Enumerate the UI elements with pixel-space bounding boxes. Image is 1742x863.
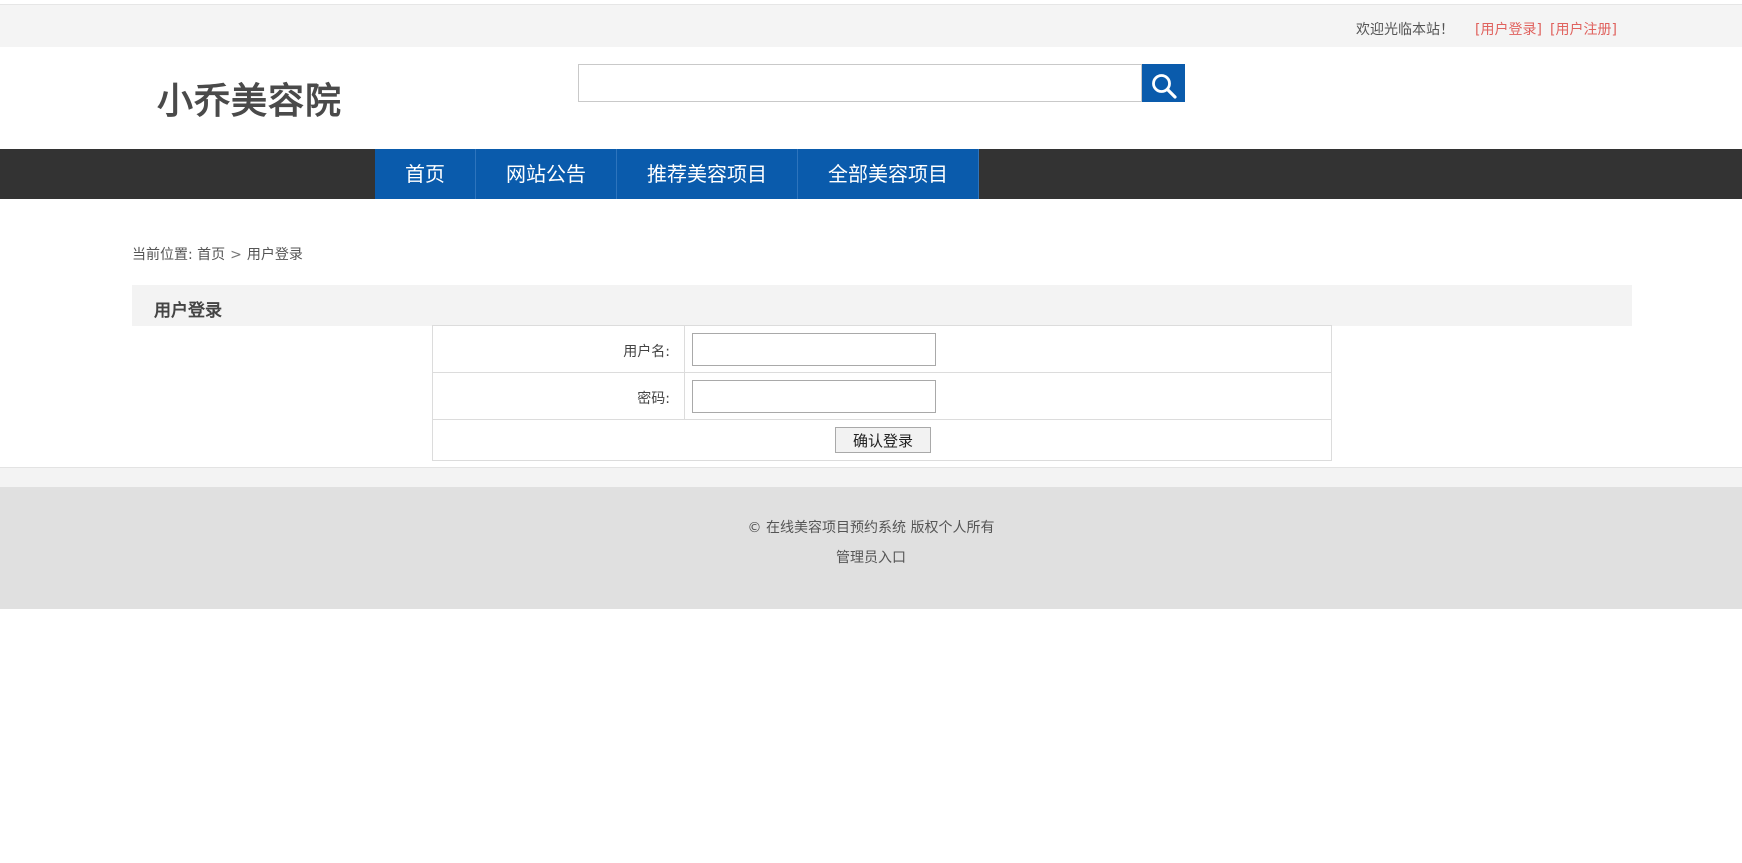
register-link[interactable]: [用户注册] <box>1550 19 1617 39</box>
breadcrumb: 当前位置: 首页 > 用户登录 <box>132 244 303 264</box>
login-form: 用户名: 密码: 确认登录 <box>432 325 1332 461</box>
breadcrumb-separator: > <box>230 247 242 263</box>
username-label: 用户名: <box>623 344 670 360</box>
confirm-login-button[interactable]: 确认登录 <box>835 427 931 453</box>
username-field[interactable] <box>692 333 936 366</box>
footer: © 在线美容项目预约系统 版权个人所有 管理员入口 <box>0 487 1742 609</box>
search-input[interactable] <box>578 64 1142 102</box>
breadcrumb-home-link[interactable]: 首页 <box>197 247 225 263</box>
password-label: 密码: <box>637 391 670 407</box>
search-button[interactable] <box>1142 64 1185 102</box>
nav-item-recommended-projects[interactable]: 推荐美容项目 <box>617 149 798 199</box>
password-field[interactable] <box>692 380 936 413</box>
password-label-cell: 密码: <box>433 373 685 419</box>
submit-row: 确认登录 <box>433 420 1331 460</box>
nav-item-announcements[interactable]: 网站公告 <box>476 149 617 199</box>
nav-item-all-projects[interactable]: 全部美容项目 <box>798 149 979 199</box>
footer-divider <box>0 467 1742 487</box>
username-label-cell: 用户名: <box>433 326 685 372</box>
top-bar: 欢迎光临本站！ [用户登录] [用户注册] <box>0 4 1742 47</box>
admin-entry-link[interactable]: 管理员入口 <box>836 550 906 566</box>
login-link[interactable]: [用户登录] <box>1475 19 1542 39</box>
breadcrumb-current: 用户登录 <box>246 247 303 263</box>
username-row: 用户名: <box>433 326 1331 373</box>
panel-header: 用户登录 <box>132 285 1632 326</box>
welcome-text: 欢迎光临本站！ <box>1356 22 1454 38</box>
copyright-text: © 在线美容项目预约系统 版权个人所有 <box>747 520 995 536</box>
search-icon <box>1151 73 1177 99</box>
site-logo: 小乔美容院 <box>157 81 343 122</box>
breadcrumb-prefix: 当前位置: <box>132 247 193 263</box>
admin-entry: 管理员入口 <box>0 547 1742 567</box>
main-nav: 首页 网站公告 推荐美容项目 全部美容项目 <box>0 149 1742 199</box>
nav-item-home[interactable]: 首页 <box>375 149 476 199</box>
password-row: 密码: <box>433 373 1331 420</box>
panel-title: 用户登录 <box>154 301 222 321</box>
